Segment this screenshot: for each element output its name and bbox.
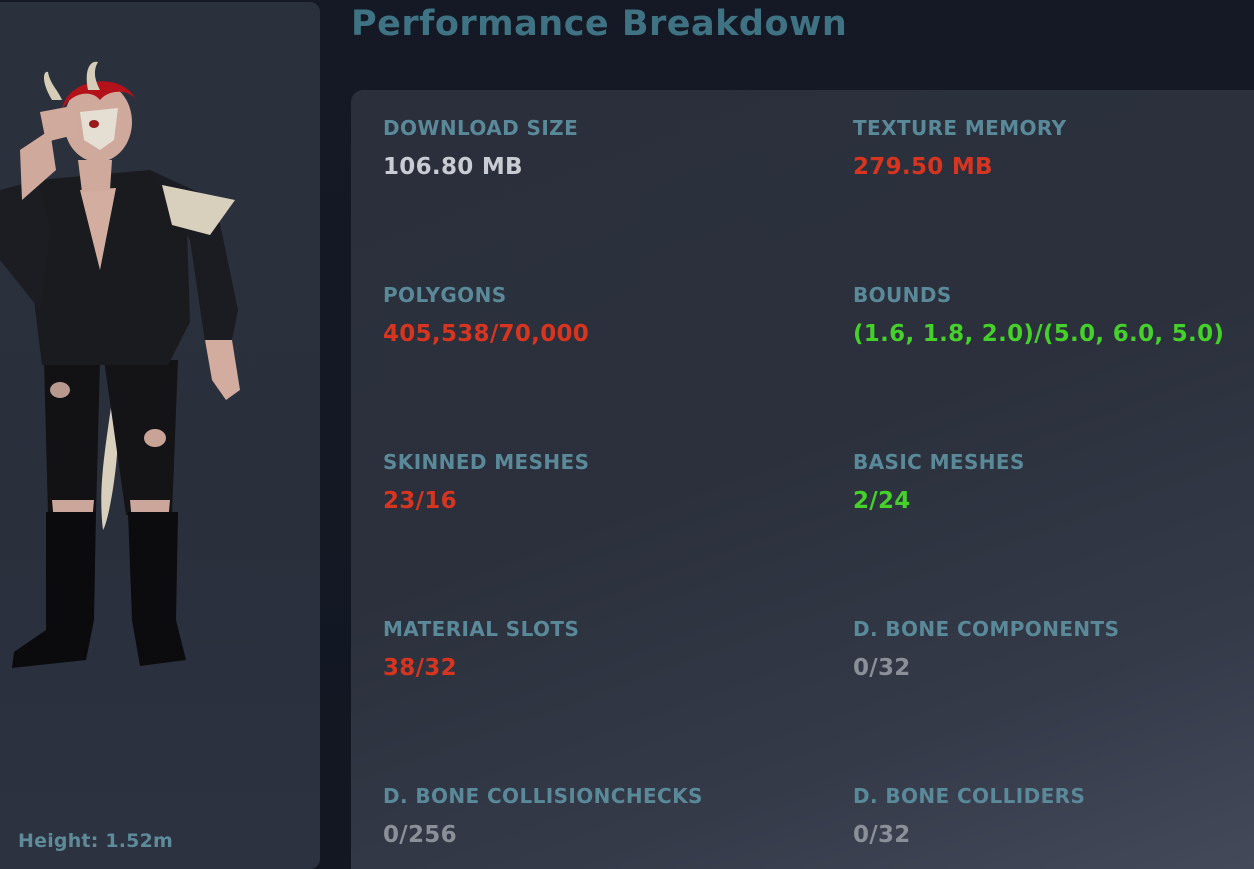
stat-value: 405,538/70,000 <box>383 321 590 347</box>
avatar-preview-image[interactable] <box>0 60 250 672</box>
avatar-height-label: Height: 1.52m <box>18 830 173 852</box>
stat-dbone-components: D. BONE COMPONENTS 0/32 <box>853 617 1254 681</box>
page-title: Performance Breakdown <box>351 4 848 44</box>
stat-value: 0/32 <box>853 822 911 848</box>
stat-polygons: POLYGONS 405,538/70,000 <box>383 283 823 347</box>
stat-label: BOUNDS <box>853 283 952 307</box>
stat-value: 2/24 <box>853 488 911 514</box>
stat-value: 38/32 <box>383 655 457 681</box>
stat-bounds: BOUNDS (1.6, 1.8, 2.0)/(5.0, 6.0, 5.0) <box>853 283 1254 347</box>
stat-label: TEXTURE MEMORY <box>853 116 1067 140</box>
stat-value: 0/32 <box>853 655 911 681</box>
stat-skinned-meshes: SKINNED MESHES 23/16 <box>383 450 823 514</box>
stat-dbone-collision-checks: D. BONE COLLISIONCHECKS 0/256 <box>383 784 823 848</box>
stat-label: BASIC MESHES <box>853 450 1025 474</box>
avatar-preview-panel: Height: 1.52m <box>0 2 320 869</box>
stat-material-slots: MATERIAL SLOTS 38/32 <box>383 617 823 681</box>
stat-download-size: DOWNLOAD SIZE 106.80 MB <box>383 116 823 180</box>
stat-basic-meshes: BASIC MESHES 2/24 <box>853 450 1254 514</box>
stat-value: (1.6, 1.8, 2.0)/(5.0, 6.0, 5.0) <box>853 321 1225 347</box>
stat-value: 106.80 MB <box>383 154 523 180</box>
stat-value: 279.50 MB <box>853 154 993 180</box>
stat-label: D. BONE COLLISIONCHECKS <box>383 784 703 808</box>
stats-panel: DOWNLOAD SIZE 106.80 MB TEXTURE MEMORY 2… <box>351 90 1254 869</box>
stat-dbone-colliders: D. BONE COLLIDERS 0/32 <box>853 784 1254 848</box>
stat-value: 0/256 <box>383 822 457 848</box>
stat-label: POLYGONS <box>383 283 507 307</box>
stat-label: D. BONE COLLIDERS <box>853 784 1086 808</box>
stat-texture-memory: TEXTURE MEMORY 279.50 MB <box>853 116 1254 180</box>
performance-window: Height: 1.52m Performance Breakdown DOWN… <box>0 0 1254 869</box>
stat-label: MATERIAL SLOTS <box>383 617 580 641</box>
stat-value: 23/16 <box>383 488 457 514</box>
stat-label: SKINNED MESHES <box>383 450 590 474</box>
stat-label: DOWNLOAD SIZE <box>383 116 579 140</box>
stat-label: D. BONE COMPONENTS <box>853 617 1120 641</box>
